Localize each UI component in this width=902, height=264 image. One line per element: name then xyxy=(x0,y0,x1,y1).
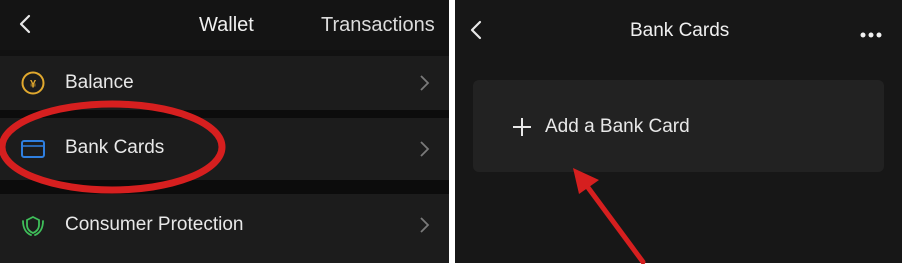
yen-coin-icon: ¥ xyxy=(20,70,46,96)
hands-shield-icon xyxy=(20,212,46,238)
card-icon xyxy=(20,136,46,162)
divider xyxy=(0,110,449,118)
chevron-right-icon xyxy=(417,140,431,158)
menu-item-bank-cards[interactable]: Bank Cards xyxy=(0,118,449,180)
plus-icon xyxy=(511,116,533,138)
chevron-left-icon xyxy=(470,20,482,40)
menu-item-consumer-protection[interactable]: Consumer Protection xyxy=(0,194,449,263)
menu-item-label: Consumer Protection xyxy=(65,214,244,235)
svg-text:¥: ¥ xyxy=(30,79,37,91)
bank-cards-screen: Bank Cards Add a Bank Card xyxy=(455,0,902,263)
annotation-arrow xyxy=(573,168,646,264)
page-title: Bank Cards xyxy=(630,20,730,41)
wallet-header: Wallet Transactions xyxy=(0,0,449,50)
add-bank-card-label: Add a Bank Card xyxy=(545,116,690,137)
chevron-right-icon xyxy=(417,216,431,234)
menu-item-balance[interactable]: ¥ Balance xyxy=(0,56,449,110)
back-button[interactable] xyxy=(465,18,489,42)
menu-item-label: Bank Cards xyxy=(65,137,165,158)
chevron-left-icon xyxy=(19,14,31,34)
transactions-link[interactable]: Transactions xyxy=(321,14,435,37)
back-button[interactable] xyxy=(14,12,38,36)
add-bank-card-button[interactable]: Add a Bank Card xyxy=(473,80,884,172)
divider xyxy=(0,180,449,194)
bank-cards-header: Bank Cards xyxy=(455,0,902,60)
wallet-screen: Wallet Transactions ¥ Balance Bank Cards xyxy=(0,0,449,263)
menu-item-label: Balance xyxy=(65,72,134,93)
page-title: Wallet xyxy=(199,14,254,36)
more-options-button[interactable] xyxy=(859,26,883,38)
more-dots-icon xyxy=(860,32,882,38)
chevron-right-icon xyxy=(417,74,431,92)
